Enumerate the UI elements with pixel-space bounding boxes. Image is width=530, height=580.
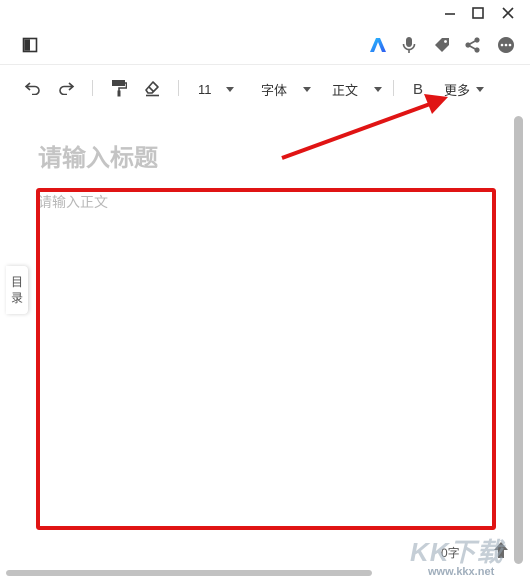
outline-tab[interactable]: 目 录 [6,266,28,314]
chevron-down-icon [476,86,485,92]
vertical-scrollbar[interactable] [514,116,523,564]
title-placeholder: 请输入标题 [38,145,158,172]
share-button[interactable] [462,34,484,56]
header-divider [0,64,530,65]
toolbar-separator [178,80,179,96]
clear-format-button[interactable] [141,78,163,98]
watermark-logo-text: KK下载 [410,537,504,567]
ai-assistant-button[interactable] [367,34,389,56]
eraser-icon [145,81,159,97]
close-button[interactable] [497,2,519,24]
undo-button[interactable] [22,78,44,98]
toolbar-separator [92,80,93,96]
maximize-icon [472,7,484,19]
more-options-button[interactable] [495,34,517,56]
font-size-select[interactable]: 11 [198,80,234,98]
layout-toggle-button[interactable] [19,34,41,56]
chevron-down-icon [225,86,234,92]
redo-button[interactable] [55,78,77,98]
outline-tab-label-1: 目 [10,275,23,289]
ai-assistant-icon [370,38,386,52]
format-painter-button[interactable] [108,78,130,98]
close-icon [502,7,514,19]
minimize-button[interactable] [439,2,461,24]
horizontal-scrollbar[interactable] [6,570,372,576]
annotation-highlight-box [36,188,496,530]
tag-icon [435,38,449,52]
tag-button[interactable] [431,34,453,56]
watermark-url: www.kkx.net [428,566,494,578]
more-options-icon [498,37,514,53]
redo-icon [59,82,75,95]
annotation-arrow [281,94,448,160]
microphone-button[interactable] [398,34,420,56]
share-icon [465,37,480,53]
format-painter-icon [112,80,127,97]
watermark-url-text: www.kkx.net [428,566,495,578]
font-size-value: 11 [198,81,212,97]
maximize-button[interactable] [467,2,489,24]
minimize-icon [445,13,455,15]
outline-tab-label-2: 录 [10,291,23,305]
microphone-icon [402,37,416,53]
layout-toggle-icon [22,37,38,53]
watermark-logo: KK下载 [410,532,504,569]
undo-icon [24,82,40,95]
